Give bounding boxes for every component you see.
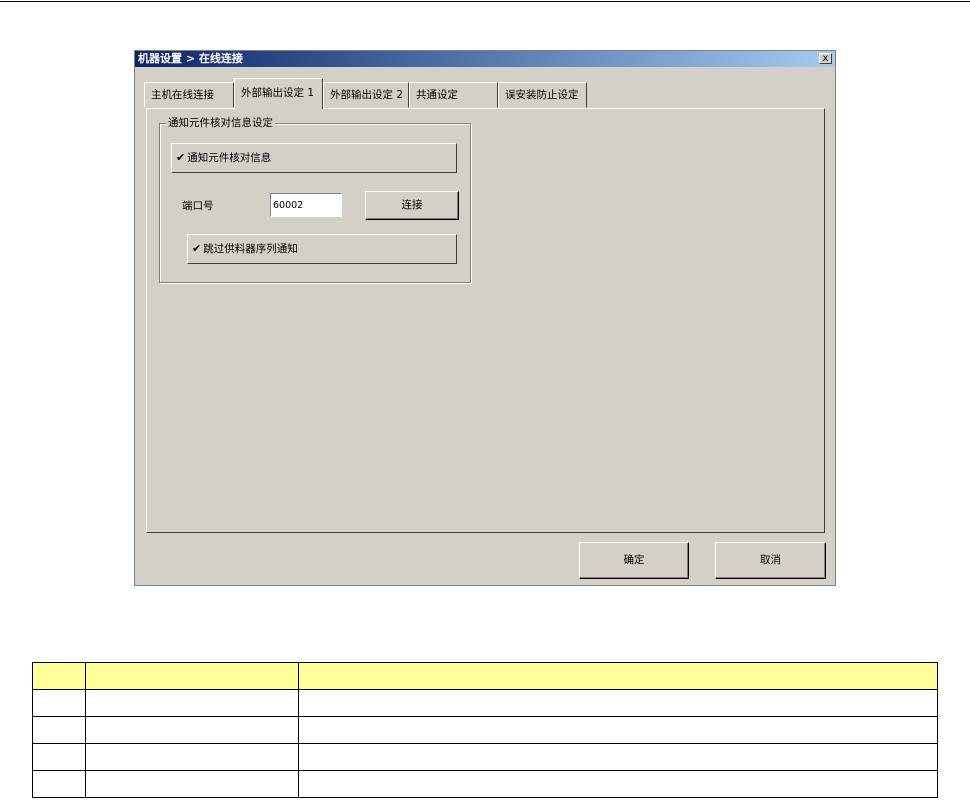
checkmark-icon: ✔ xyxy=(176,151,186,164)
tab-label: 主机在线连接 xyxy=(151,89,214,101)
tab-external-output-1[interactable]: 外部输出设定 1 xyxy=(234,78,323,109)
cancel-button-label: 取消 xyxy=(760,554,781,566)
notify-component-check-checkbox[interactable]: ✔ 通知元件核对信息 xyxy=(171,143,457,173)
tab-common-settings[interactable]: 共通设定 xyxy=(409,82,498,108)
table-header-row xyxy=(32,662,939,690)
table-row xyxy=(32,716,939,744)
connect-button-label: 连接 xyxy=(401,199,423,211)
table-cell xyxy=(32,689,86,717)
settings-dialog: 机器设置 > 在线连接 x 主机在线连接 外部输出设定 1 外部输出设定 2 共… xyxy=(134,50,836,586)
port-input[interactable] xyxy=(270,193,342,217)
table-cell xyxy=(297,743,939,771)
close-icon: x xyxy=(822,53,829,64)
table-header-cell xyxy=(84,662,299,690)
checkmark-icon: ✔ xyxy=(192,242,202,255)
ok-button[interactable]: 确定 xyxy=(579,542,689,579)
title-bar[interactable]: 机器设置 > 在线连接 x xyxy=(135,51,835,67)
tab-label: 共通设定 xyxy=(416,89,458,101)
tab-label: 外部输出设定 1 xyxy=(241,87,315,99)
window-title: 机器设置 > 在线连接 xyxy=(138,52,243,65)
table-cell xyxy=(84,770,299,798)
connect-button[interactable]: 连接 xyxy=(365,191,459,220)
table-row xyxy=(32,770,939,798)
table-cell xyxy=(84,716,299,744)
table-row xyxy=(32,743,939,771)
tab-external-output-2[interactable]: 外部输出设定 2 xyxy=(323,82,409,108)
ok-button-label: 确定 xyxy=(623,554,645,566)
table-cell xyxy=(297,770,939,798)
cancel-button[interactable]: 取消 xyxy=(715,542,826,579)
table-header-cell xyxy=(297,662,939,690)
table-cell xyxy=(297,716,939,744)
table-cell xyxy=(32,716,86,744)
table-header-cell xyxy=(32,662,86,690)
close-button[interactable]: x xyxy=(819,53,832,64)
tab-misinstall-prevention[interactable]: 误安装防止设定 xyxy=(498,82,587,108)
tab-label: 误安装防止设定 xyxy=(505,89,579,101)
tab-host-online-connection[interactable]: 主机在线连接 xyxy=(144,82,234,108)
table-row xyxy=(32,689,939,717)
notify-group-box: 通知元件核对信息设定 ✔通知元件核对信息 端口号 连接 ✔跳过供料器序列通知 xyxy=(159,116,471,283)
tab-panel-external-output-1: 通知元件核对信息设定 ✔通知元件核对信息 端口号 连接 ✔跳过供料器序列通知 xyxy=(146,108,825,533)
table-cell xyxy=(84,743,299,771)
table-cell xyxy=(84,689,299,717)
page-top-rule xyxy=(0,1,970,2)
table-cell xyxy=(32,743,86,771)
skip-checkbox-label: 跳过供料器序列通知 xyxy=(203,243,298,255)
notify-checkbox-label: 通知元件核对信息 xyxy=(187,152,272,164)
spec-table xyxy=(32,662,939,798)
group-legend: 通知元件核对信息设定 xyxy=(166,116,275,130)
port-label: 端口号 xyxy=(182,200,214,212)
table-cell xyxy=(297,689,939,717)
skip-feeder-sequence-checkbox[interactable]: ✔ 跳过供料器序列通知 xyxy=(187,234,457,264)
table-cell xyxy=(32,770,86,798)
tab-label: 外部输出设定 2 xyxy=(330,89,404,101)
